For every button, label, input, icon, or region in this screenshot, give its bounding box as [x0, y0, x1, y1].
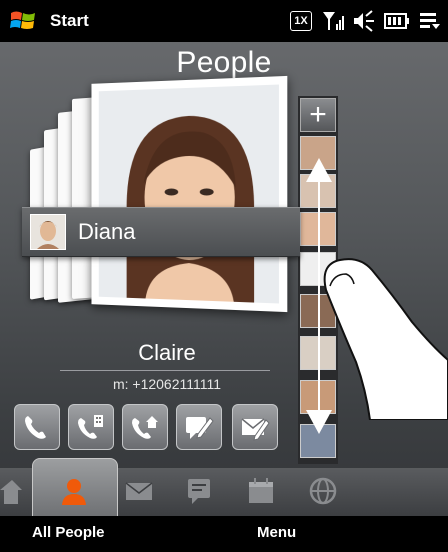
- signal-icon: [322, 10, 344, 32]
- windows-flag-icon[interactable]: [10, 9, 36, 33]
- slider-name: Diana: [78, 219, 135, 245]
- calendar-icon[interactable]: [244, 474, 278, 508]
- people-screen: Start 1X People + Diana Claire m: +12062…: [0, 0, 448, 552]
- menu-icon[interactable]: [420, 12, 440, 30]
- arrow-up-icon: [306, 158, 332, 182]
- contact-thumbnail: [30, 214, 66, 250]
- menu-softkey[interactable]: Menu: [257, 524, 296, 541]
- email-icon: [240, 412, 270, 442]
- call-button[interactable]: [14, 404, 60, 450]
- status-bar: Start 1X: [0, 0, 448, 42]
- start-label[interactable]: Start: [50, 11, 89, 31]
- people-icon: [57, 474, 91, 508]
- send-email-button[interactable]: [232, 404, 278, 450]
- page-title: People: [0, 46, 448, 80]
- sms-icon: [184, 412, 214, 442]
- contact-photo[interactable]: [91, 76, 287, 312]
- contact-name: Claire: [0, 340, 334, 366]
- all-people-softkey[interactable]: All People: [32, 524, 105, 541]
- contact-slider[interactable]: Diana: [22, 207, 300, 257]
- home-phone-icon: [130, 412, 160, 442]
- send-sms-button[interactable]: [176, 404, 222, 450]
- contact-phone[interactable]: m: +12062111111: [0, 376, 334, 392]
- phone-icon: [22, 412, 52, 442]
- softkey-bar: All People Menu: [0, 516, 448, 552]
- add-contact-button[interactable]: +: [300, 98, 336, 132]
- call-office-button[interactable]: [68, 404, 114, 450]
- woman-portrait-icon: [99, 85, 279, 304]
- divider: [60, 370, 270, 371]
- messages-icon[interactable]: [182, 474, 216, 508]
- volume-icon: [352, 10, 376, 32]
- mail-icon[interactable]: [122, 474, 156, 508]
- network-badge: 1X: [290, 11, 312, 31]
- office-phone-icon: [76, 412, 106, 442]
- internet-icon[interactable]: [306, 474, 340, 508]
- home-icon[interactable]: [0, 474, 22, 508]
- finger-gesture-icon: [300, 250, 448, 420]
- battery-icon: [384, 13, 410, 29]
- call-home-button[interactable]: [122, 404, 168, 450]
